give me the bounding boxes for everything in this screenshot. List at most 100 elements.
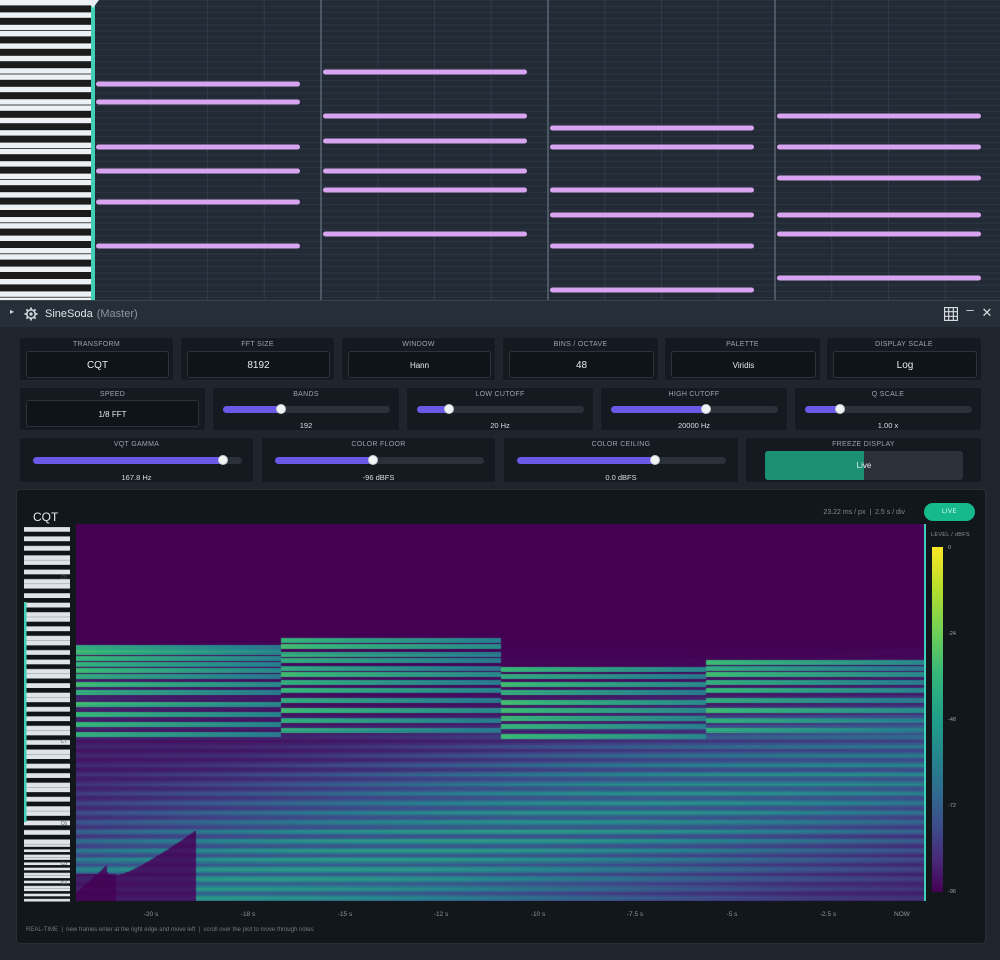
- spectrogram-key[interactable]: [24, 711, 70, 717]
- spectrogram-key[interactable]: [24, 550, 70, 556]
- spectrogram-key[interactable]: [24, 815, 70, 821]
- roll-key[interactable]: [0, 272, 92, 279]
- spectrogram-key[interactable]: [24, 852, 70, 855]
- bands-slider[interactable]: [223, 404, 390, 414]
- roll-note[interactable]: [550, 287, 754, 293]
- spectrogram-key[interactable]: [24, 564, 70, 570]
- roll-key[interactable]: [0, 291, 92, 297]
- roll-note[interactable]: [550, 125, 754, 131]
- piano-roll-grid[interactable]: [94, 0, 1000, 300]
- roll-note[interactable]: [323, 138, 527, 144]
- roll-key[interactable]: [0, 179, 92, 186]
- roll-key[interactable]: [0, 136, 92, 142]
- roll-key[interactable]: [0, 217, 92, 223]
- color-floor-slider-thumb[interactable]: [368, 455, 379, 465]
- roll-note[interactable]: [777, 275, 981, 281]
- bands-slider-thumb[interactable]: [276, 404, 287, 414]
- spectrogram-key[interactable]: [24, 678, 70, 684]
- roll-key[interactable]: [0, 142, 92, 148]
- palette-select[interactable]: Viridis: [671, 351, 816, 378]
- spectrogram-key[interactable]: [24, 891, 70, 894]
- roll-key[interactable]: [0, 12, 92, 18]
- roll-key[interactable]: [0, 192, 92, 198]
- roll-key[interactable]: [0, 204, 92, 210]
- playhead[interactable]: [91, 0, 95, 300]
- spectrogram-plot[interactable]: [76, 524, 926, 901]
- live-button[interactable]: LIVE: [924, 503, 975, 521]
- roll-key[interactable]: [0, 167, 92, 173]
- roll-key[interactable]: [0, 62, 92, 68]
- spectrogram-key[interactable]: [24, 801, 70, 807]
- spectrogram-key[interactable]: [24, 631, 70, 636]
- roll-key[interactable]: [0, 99, 92, 105]
- bins-per-octave-select[interactable]: 48: [509, 351, 654, 378]
- roll-note[interactable]: [550, 212, 754, 218]
- close-icon[interactable]: ✕: [980, 306, 994, 320]
- roll-key[interactable]: [0, 37, 92, 43]
- roll-key[interactable]: [0, 130, 92, 136]
- roll-key[interactable]: [0, 279, 92, 285]
- high-cutoff-slider-thumb[interactable]: [701, 404, 712, 414]
- vqt-gamma-slider[interactable]: [33, 455, 242, 465]
- roll-key[interactable]: [0, 80, 92, 86]
- roll-key[interactable]: [0, 186, 92, 192]
- roll-note[interactable]: [323, 168, 527, 174]
- roll-key[interactable]: [0, 0, 92, 6]
- roll-note[interactable]: [96, 99, 300, 105]
- roll-key[interactable]: [0, 74, 92, 80]
- q-scale-slider[interactable]: [805, 404, 972, 414]
- fft-size-select[interactable]: 8192: [187, 351, 330, 378]
- grid-icon[interactable]: [944, 307, 958, 321]
- spectrogram-key[interactable]: [24, 834, 70, 840]
- roll-key[interactable]: [0, 198, 92, 204]
- roll-note[interactable]: [550, 243, 754, 249]
- roll-note[interactable]: [777, 144, 981, 150]
- roll-key[interactable]: [0, 241, 92, 248]
- roll-key[interactable]: [0, 31, 92, 37]
- roll-key[interactable]: [0, 6, 92, 12]
- spectrogram-key[interactable]: [24, 702, 70, 707]
- roll-note[interactable]: [777, 113, 981, 119]
- spectrogram-key[interactable]: [24, 777, 70, 783]
- freeze-display-toggle[interactable]: Live: [765, 451, 963, 480]
- spectrogram-key[interactable]: [24, 588, 70, 594]
- roll-key[interactable]: [0, 43, 92, 49]
- low-cutoff-slider-thumb[interactable]: [443, 404, 454, 414]
- roll-key[interactable]: [0, 105, 92, 111]
- roll-key[interactable]: [0, 49, 92, 55]
- display-scale-select[interactable]: Log: [833, 351, 977, 378]
- roll-key[interactable]: [0, 93, 92, 99]
- spectrogram-keyboard[interactable]: C8 C7 C6 C5 C4: [24, 527, 70, 902]
- spectrogram-key[interactable]: [24, 744, 70, 750]
- roll-key[interactable]: [0, 235, 92, 241]
- window-select[interactable]: Hann: [348, 351, 491, 378]
- piano-roll[interactable]: [0, 0, 1000, 300]
- roll-key[interactable]: [0, 161, 92, 167]
- spectrogram-key[interactable]: [24, 870, 70, 873]
- roll-key[interactable]: [0, 68, 92, 74]
- roll-note[interactable]: [323, 187, 527, 193]
- minimize-icon[interactable]: –: [963, 303, 977, 317]
- spectrogram-key[interactable]: [24, 687, 70, 693]
- roll-key[interactable]: [0, 18, 92, 24]
- roll-note[interactable]: [323, 231, 527, 237]
- roll-note[interactable]: [550, 187, 754, 193]
- roll-key[interactable]: [0, 229, 92, 235]
- gear-icon[interactable]: [24, 307, 38, 321]
- roll-note[interactable]: [96, 168, 300, 174]
- spectrogram-key[interactable]: [24, 664, 70, 670]
- playhead-marker-icon[interactable]: [87, 0, 99, 8]
- speed-select[interactable]: 1/8 FFT: [26, 400, 199, 427]
- roll-note[interactable]: [96, 144, 300, 150]
- spectrogram-key[interactable]: [24, 896, 70, 899]
- spectrogram-key[interactable]: [24, 792, 70, 797]
- spectrogram-key[interactable]: [24, 654, 70, 660]
- roll-note[interactable]: [96, 243, 300, 249]
- spectrogram-key[interactable]: [24, 541, 70, 546]
- low-cutoff-slider[interactable]: [417, 404, 584, 414]
- roll-key[interactable]: [0, 111, 92, 117]
- color-ceiling-slider[interactable]: [517, 455, 726, 465]
- roll-key[interactable]: [0, 260, 92, 266]
- spectrogram-key[interactable]: [24, 721, 70, 726]
- roll-key[interactable]: [0, 24, 92, 31]
